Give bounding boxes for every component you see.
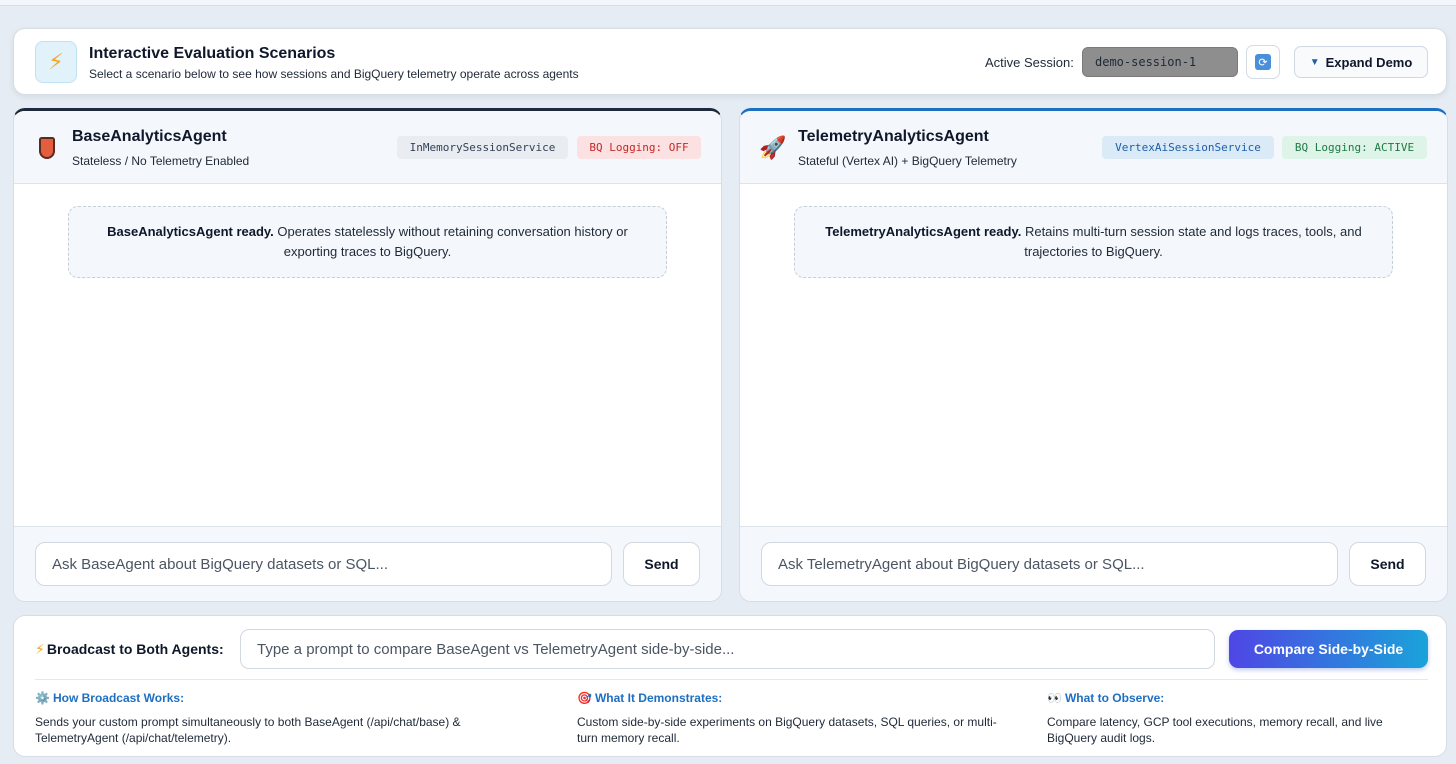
session-id-field[interactable]: demo-session-1 bbox=[1082, 47, 1238, 77]
base-agent-header: BaseAnalyticsAgent Stateless / No Teleme… bbox=[14, 111, 721, 184]
telemetry-agent-input-bar: Send bbox=[740, 526, 1447, 601]
compare-side-by-side-button[interactable]: Compare Side-by-Side bbox=[1229, 630, 1428, 668]
telemetry-agent-send-button[interactable]: Send bbox=[1349, 542, 1426, 586]
broadcast-label: ⚡ Broadcast to Both Agents: bbox=[35, 641, 224, 658]
base-agent-ready-message: BaseAnalyticsAgent ready. Operates state… bbox=[68, 206, 667, 278]
telemetry-agent-ready-message: TelemetryAnalyticsAgent ready. Retains m… bbox=[794, 206, 1393, 278]
base-agent-send-button[interactable]: Send bbox=[623, 542, 700, 586]
info-title: How Broadcast Works: bbox=[52, 691, 185, 705]
info-title: What It Demonstrates: bbox=[594, 691, 723, 705]
eyes-icon: 👀 bbox=[1047, 691, 1062, 705]
ready-text: Retains multi-turn session state and log… bbox=[1021, 224, 1362, 259]
info-what-it-demonstrates: 🎯 What It Demonstrates: Custom side-by-si… bbox=[577, 691, 1017, 746]
session-service-badge: InMemorySessionService bbox=[397, 136, 568, 159]
telemetry-agent-subtitle: Stateful (Vertex AI) + BigQuery Telemetr… bbox=[798, 154, 1017, 168]
expand-demo-button[interactable]: ▼ Expand Demo bbox=[1294, 46, 1428, 78]
broadcast-panel: ⚡Broadcast to Both Agents: Compare Side-… bbox=[13, 615, 1447, 757]
base-agent-subtitle: Stateless / No Telemetry Enabled bbox=[72, 154, 250, 168]
shield-icon bbox=[34, 135, 60, 161]
scenario-header: ⚡ Interactive Evaluation Scenarios Selec… bbox=[13, 28, 1447, 95]
ready-text: Operates statelessly without retaining c… bbox=[273, 224, 628, 259]
rocket-icon: 🚀 bbox=[759, 135, 787, 160]
page-title: Interactive Evaluation Scenarios bbox=[89, 45, 336, 62]
session-service-badge: VertexAiSessionService bbox=[1102, 136, 1274, 159]
ready-title: TelemetryAnalyticsAgent ready. bbox=[825, 224, 1022, 239]
top-strip bbox=[0, 0, 1456, 6]
triangle-down-icon: ▼ bbox=[1309, 56, 1320, 68]
broadcast-label-text: Broadcast to Both Agents: bbox=[46, 641, 224, 657]
lightning-icon: ⚡ bbox=[35, 41, 77, 83]
info-text: Custom side-by-side experiments on BigQu… bbox=[577, 715, 997, 745]
telemetry-agent-panel: 🚀 TelemetryAnalyticsAgent Stateful (Vert… bbox=[739, 108, 1448, 602]
ready-title: BaseAnalyticsAgent ready. bbox=[107, 224, 274, 239]
info-text: Sends your custom prompt simultaneously … bbox=[35, 715, 461, 745]
info-title: What to Observe: bbox=[1064, 691, 1165, 705]
bq-logging-badge: BQ Logging: ACTIVE bbox=[1282, 136, 1427, 159]
telemetry-agent-name: TelemetryAnalyticsAgent bbox=[798, 128, 989, 145]
telemetry-agent-chat-input[interactable] bbox=[761, 542, 1338, 586]
refresh-session-button[interactable]: ⟳ bbox=[1246, 45, 1280, 79]
info-what-to-observe: 👀 What to Observe: Compare latency, GCP t… bbox=[1047, 691, 1427, 746]
info-how-broadcast-works: ⚙️ How Broadcast Works: Sends your custom… bbox=[35, 691, 465, 746]
lightning-icon: ⚡ bbox=[35, 641, 45, 657]
base-agent-name: BaseAnalyticsAgent bbox=[72, 128, 227, 145]
info-text: Compare latency, GCP tool executions, me… bbox=[1047, 715, 1383, 745]
session-label: Active Session: bbox=[985, 55, 1074, 70]
gear-icon: ⚙️ bbox=[35, 691, 50, 705]
bq-logging-badge: BQ Logging: OFF bbox=[577, 136, 701, 159]
base-agent-panel: BaseAnalyticsAgent Stateless / No Teleme… bbox=[13, 108, 722, 602]
base-agent-chat-input[interactable] bbox=[35, 542, 612, 586]
telemetry-agent-header: 🚀 TelemetryAnalyticsAgent Stateful (Vert… bbox=[740, 111, 1447, 184]
target-icon: 🎯 bbox=[577, 691, 592, 705]
expand-demo-label: Expand Demo bbox=[1325, 54, 1413, 70]
page-subtitle: Select a scenario below to see how sessi… bbox=[89, 67, 579, 81]
refresh-icon: ⟳ bbox=[1255, 54, 1271, 70]
divider bbox=[35, 679, 1428, 680]
base-agent-input-bar: Send bbox=[14, 526, 721, 601]
broadcast-prompt-input[interactable] bbox=[240, 629, 1215, 669]
